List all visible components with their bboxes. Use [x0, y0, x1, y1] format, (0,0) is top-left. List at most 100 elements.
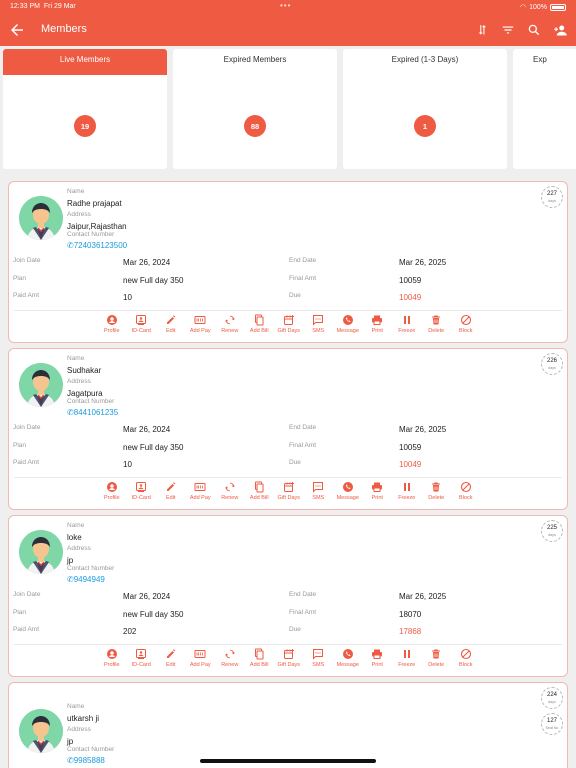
name-label: Name	[67, 188, 85, 195]
edit-button[interactable]: Edit	[156, 648, 186, 668]
print-button[interactable]: Print	[363, 314, 393, 334]
action-label: Add Bill	[249, 328, 269, 334]
member-phone[interactable]: ✆8441061235	[67, 408, 118, 417]
message-button[interactable]: Message	[333, 314, 363, 334]
edit-button[interactable]: Edit	[156, 481, 186, 501]
id-card-icon	[136, 482, 147, 492]
member-address: jp	[67, 737, 74, 746]
id-card-button[interactable]: ID-Card	[127, 314, 157, 334]
member-phone[interactable]: ✆7240361235​00	[67, 241, 127, 250]
action-label: Edit	[166, 662, 176, 668]
tab-live-members[interactable]: Live Members 19	[3, 49, 167, 169]
edit-icon	[166, 649, 175, 658]
block-button[interactable]: Block	[451, 314, 481, 334]
id-card-button[interactable]: ID-Card	[127, 481, 157, 501]
freeze-icon	[403, 316, 410, 324]
back-arrow-icon[interactable]	[8, 21, 26, 39]
join-date-label: Join Date	[13, 257, 41, 264]
delete-button[interactable]: Delete	[422, 648, 452, 668]
profile-button[interactable]: Profile	[97, 481, 127, 501]
name-label: Name	[67, 355, 85, 362]
freeze-button[interactable]: Freeze	[392, 481, 422, 501]
gift-days-button[interactable]: Gift Days	[274, 481, 304, 501]
action-label: Edit	[166, 495, 176, 501]
action-label: ID-Card	[131, 495, 151, 501]
profile-button[interactable]: Profile	[97, 648, 127, 668]
profile-icon	[106, 482, 117, 492]
member-card[interactable]: Name loke Address jp Contact Number ✆949…	[8, 515, 568, 677]
action-label: ID-Card	[131, 662, 151, 668]
add-pay-button[interactable]: Add Pay	[186, 648, 216, 668]
freeze-button[interactable]: Freeze	[392, 648, 422, 668]
action-label: Gift Days	[277, 662, 301, 668]
delete-button[interactable]: Delete	[422, 481, 452, 501]
gift-days-button[interactable]: Gift Days	[274, 648, 304, 668]
print-button[interactable]: Print	[363, 648, 393, 668]
contact-label: Contact Number	[67, 231, 115, 238]
member-card[interactable]: Name Radhe prajapat Address Jaipur,Rajas…	[8, 181, 568, 343]
action-label: Message	[336, 328, 359, 334]
gift-days-icon	[283, 482, 294, 492]
profile-icon	[106, 649, 117, 659]
member-card[interactable]: Name utkarsh ji Address jp Contact Numbe…	[8, 682, 568, 768]
address-label: Address	[67, 211, 91, 218]
join-date: Mar 26, 2024	[123, 258, 171, 267]
tab-expired-members[interactable]: Expired Members 88	[173, 49, 337, 169]
filter-icon[interactable]	[498, 20, 518, 40]
action-label: SMS	[312, 495, 325, 501]
action-label: Gift Days	[277, 328, 301, 334]
member-tabs: Live Members 19 Expired Members 88 Expir…	[0, 46, 576, 172]
sms-button[interactable]: SMS	[304, 314, 334, 334]
plan-label: Plan	[13, 442, 27, 449]
page-title: Members	[41, 23, 87, 35]
plan-label: Plan	[13, 275, 27, 282]
sms-button[interactable]: SMS	[304, 648, 334, 668]
add-bill-button[interactable]: Add Bill	[245, 481, 275, 501]
add-member-icon[interactable]	[550, 20, 570, 40]
action-label: Renew	[221, 495, 239, 501]
renew-button[interactable]: Renew	[215, 314, 245, 334]
edit-button[interactable]: Edit	[156, 314, 186, 334]
phone-icon: ✆	[67, 408, 74, 417]
member-address: Jagatpura	[67, 389, 103, 398]
tab-expired-1-3-days[interactable]: Expired (1-3 Days) 1	[343, 49, 507, 169]
add-pay-button[interactable]: Add Pay	[186, 481, 216, 501]
contact-label: Contact Number	[67, 746, 115, 753]
add-pay-button[interactable]: Add Pay	[186, 314, 216, 334]
join-date-label: Join Date	[13, 424, 41, 431]
renew-button[interactable]: Renew	[215, 481, 245, 501]
print-icon	[372, 649, 383, 659]
action-label: Delete	[428, 662, 445, 668]
avatar	[19, 196, 63, 240]
sms-button[interactable]: SMS	[304, 481, 334, 501]
gift-days-button[interactable]: Gift Days	[274, 314, 304, 334]
add-bill-button[interactable]: Add Bill	[245, 648, 275, 668]
delete-button[interactable]: Delete	[422, 314, 452, 334]
member-phone[interactable]: ✆9494949	[67, 575, 105, 584]
block-button[interactable]: Block	[451, 481, 481, 501]
member-card[interactable]: Name Sudhakar Address Jagatpura Contact …	[8, 348, 568, 510]
sort-icon[interactable]	[472, 20, 492, 40]
status-bar: 12:33 PM Fri 29 Mar ••• ◠ 100%	[0, 0, 576, 13]
id-card-button[interactable]: ID-Card	[127, 648, 157, 668]
print-button[interactable]: Print	[363, 481, 393, 501]
multitask-dots[interactable]: •••	[280, 1, 291, 10]
tab-expiring[interactable]: Exp	[513, 49, 576, 169]
member-phone[interactable]: ✆9985888	[67, 756, 105, 765]
due-label: Due	[289, 459, 301, 466]
avatar	[19, 363, 63, 407]
message-button[interactable]: Message	[333, 648, 363, 668]
profile-button[interactable]: Profile	[97, 314, 127, 334]
due-amount: 10049	[399, 293, 422, 302]
search-icon[interactable]	[524, 20, 544, 40]
message-button[interactable]: Message	[333, 481, 363, 501]
add-bill-button[interactable]: Add Bill	[245, 314, 275, 334]
id-card-icon	[136, 649, 147, 659]
days-left-badge: 226 days	[541, 353, 563, 375]
block-button[interactable]: Block	[451, 648, 481, 668]
battery-percent: 100%	[529, 3, 547, 11]
freeze-button[interactable]: Freeze	[392, 314, 422, 334]
member-name: Sudhakar	[67, 366, 102, 375]
home-indicator	[200, 759, 376, 763]
renew-button[interactable]: Renew	[215, 648, 245, 668]
